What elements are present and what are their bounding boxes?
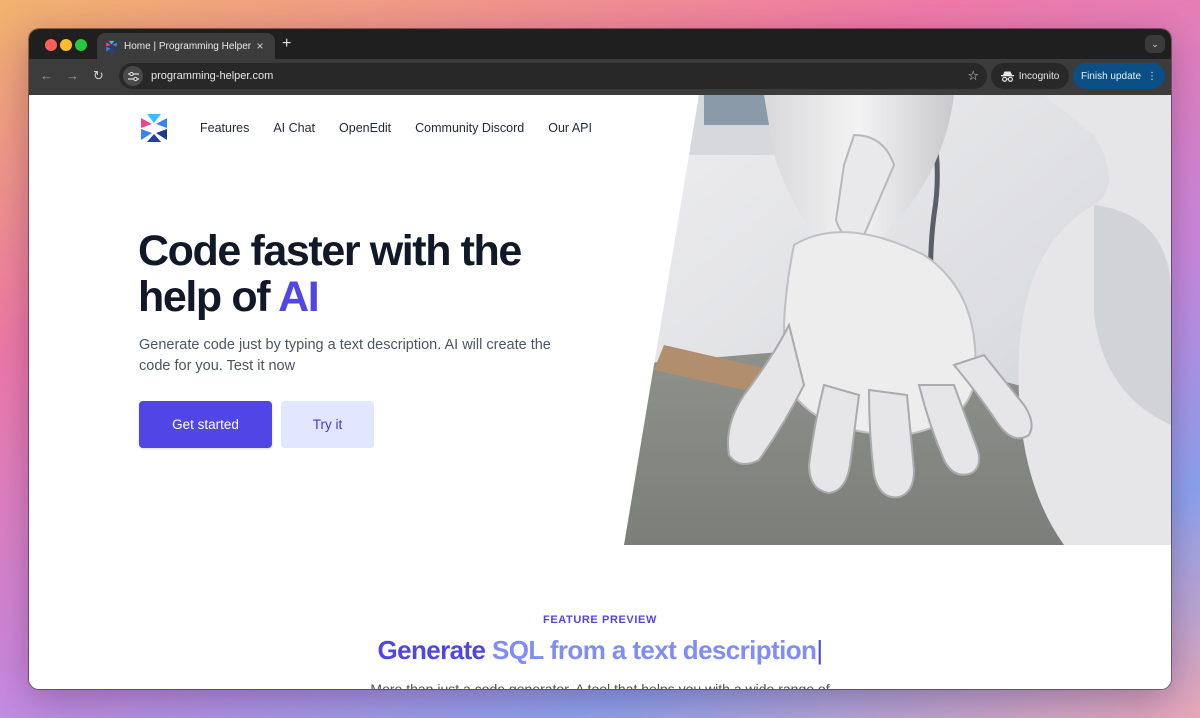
main-nav: Features AI Chat OpenEdit Community Disc… xyxy=(200,121,592,135)
incognito-label: Incognito xyxy=(1018,70,1060,82)
try-it-button[interactable]: Try it xyxy=(281,401,374,448)
back-arrow-icon[interactable]: ← xyxy=(40,68,53,84)
browser-toolbar: ← → ↻ programming-helper.com ☆ Incognito… xyxy=(29,59,1171,95)
nav-item-our-api[interactable]: Our API xyxy=(548,121,592,135)
feature-description: More than just a code generator. A tool … xyxy=(370,681,830,689)
nav-item-community-discord[interactable]: Community Discord xyxy=(415,121,524,135)
reload-icon[interactable]: ↻ xyxy=(93,68,104,84)
get-started-button[interactable]: Get started xyxy=(139,401,272,448)
typing-cursor: | xyxy=(816,635,823,665)
web-page: Features AI Chat OpenEdit Community Disc… xyxy=(29,95,1171,689)
finish-update-button[interactable]: Finish update ⋮ xyxy=(1073,63,1165,89)
incognito-icon xyxy=(1000,71,1014,82)
tab-close-icon[interactable]: × xyxy=(253,39,267,53)
nav-item-features[interactable]: Features xyxy=(200,121,249,135)
robot-hand-image xyxy=(624,95,1171,545)
feature-title-dark: Generate xyxy=(377,635,493,665)
new-tab-button[interactable]: + xyxy=(282,35,291,53)
nav-item-openedit[interactable]: OpenEdit xyxy=(339,121,391,135)
tab-search-button[interactable]: ⌄ xyxy=(1145,35,1165,53)
address-bar[interactable]: programming-helper.com ☆ xyxy=(119,63,987,89)
tab-title: Home | Programming Helper xyxy=(124,40,252,52)
tab-home[interactable]: Home | Programming Helper × xyxy=(97,33,275,59)
site-info-icon[interactable] xyxy=(123,66,143,86)
finish-update-label: Finish update xyxy=(1080,70,1142,82)
hero-title: Code faster with the help of AI xyxy=(138,228,608,320)
site-favicon-icon xyxy=(106,40,117,52)
forward-arrow-icon[interactable]: → xyxy=(66,68,79,84)
hero-title-main: Code faster with the help of xyxy=(138,227,522,321)
hero-title-accent: AI xyxy=(278,273,320,321)
minimize-window-button[interactable] xyxy=(60,39,72,51)
site-logo-icon[interactable] xyxy=(139,112,169,144)
maximize-window-button[interactable] xyxy=(75,39,87,51)
close-window-button[interactable] xyxy=(45,39,57,51)
more-menu-icon[interactable]: ⋮ xyxy=(1147,71,1157,82)
hero-subtitle: Generate code just by typing a text desc… xyxy=(139,337,551,374)
tab-strip: Home | Programming Helper × + ⌄ xyxy=(29,29,1171,59)
feature-title-light: SQL from a text description xyxy=(492,635,817,665)
browser-window: Home | Programming Helper × + ⌄ ← → ↻ pr… xyxy=(29,29,1171,689)
url-text[interactable]: programming-helper.com xyxy=(151,70,273,82)
bookmark-star-icon[interactable]: ☆ xyxy=(967,68,979,84)
incognito-indicator[interactable]: Incognito xyxy=(991,63,1069,89)
feature-title: Generate SQL from a text description| xyxy=(29,635,1171,666)
feature-eyebrow: FEATURE PREVIEW xyxy=(543,614,657,626)
nav-item-ai-chat[interactable]: AI Chat xyxy=(273,121,315,135)
